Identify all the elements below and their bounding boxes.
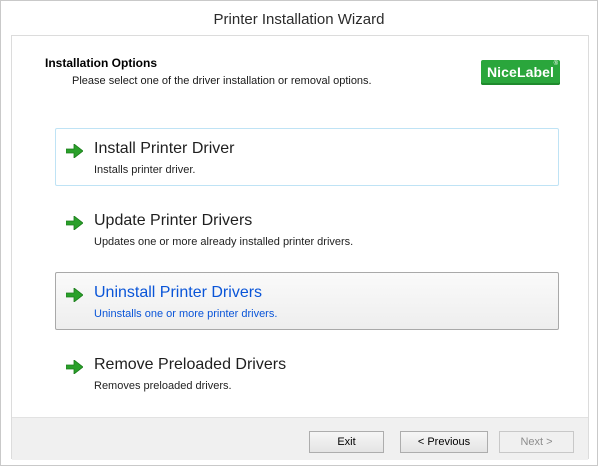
exit-button[interactable]: Exit: [309, 431, 384, 453]
page-header: Installation Options Please select one o…: [12, 36, 588, 106]
option-update-printer-drivers[interactable]: Update Printer Drivers Updates one or mo…: [55, 200, 559, 258]
option-description: Uninstalls one or more printer drivers.: [94, 308, 278, 320]
option-install-printer-driver[interactable]: Install Printer Driver Installs printer …: [55, 128, 559, 186]
logo-text: NiceLabel: [486, 64, 555, 80]
nicelabel-logo: NiceLabel ®: [481, 60, 560, 85]
window-title: Printer Installation Wizard: [213, 11, 385, 28]
green-arrow-right-icon: [66, 288, 83, 302]
page-title: Installation Options: [45, 56, 158, 70]
wizard-content: Installation Options Please select one o…: [11, 35, 589, 460]
button-bar: Exit < Previous Next >: [12, 417, 588, 460]
page-subtitle: Please select one of the driver installa…: [72, 75, 372, 87]
wizard-window: Printer Installation Wizard Installation…: [0, 0, 598, 466]
option-title: Uninstall Printer Drivers: [94, 284, 263, 301]
previous-button[interactable]: < Previous: [400, 431, 488, 453]
option-title: Remove Preloaded Drivers: [94, 356, 287, 373]
registered-mark: ®: [553, 61, 558, 67]
option-title: Install Printer Driver: [94, 140, 235, 157]
next-button[interactable]: Next >: [499, 431, 574, 453]
option-title: Update Printer Drivers: [94, 212, 253, 229]
green-arrow-right-icon: [66, 144, 83, 158]
option-description: Installs printer driver.: [94, 164, 196, 176]
option-remove-preloaded-drivers[interactable]: Remove Preloaded Drivers Removes preload…: [55, 344, 559, 402]
green-arrow-right-icon: [66, 360, 83, 374]
option-uninstall-printer-drivers[interactable]: Uninstall Printer Drivers Uninstalls one…: [55, 272, 559, 330]
title-bar[interactable]: Printer Installation Wizard: [1, 1, 597, 34]
green-arrow-right-icon: [66, 216, 83, 230]
option-description: Removes preloaded drivers.: [94, 380, 232, 392]
option-description: Updates one or more already installed pr…: [94, 236, 354, 248]
